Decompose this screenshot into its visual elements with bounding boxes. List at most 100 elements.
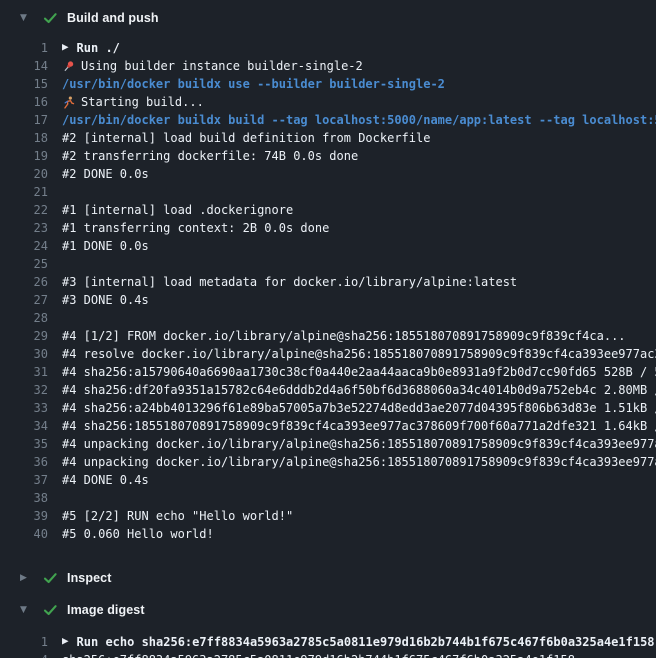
line-content: #2 [internal] load build definition from… [48, 129, 656, 147]
log-line: 17/usr/bin/docker buildx build --tag loc… [0, 111, 656, 129]
line-content: #4 unpacking docker.io/library/alpine@sh… [48, 435, 656, 453]
line-number[interactable]: 33 [0, 399, 48, 417]
line-content: #2 transferring dockerfile: 74B 0.0s don… [48, 147, 656, 165]
log-text: #5 0.060 Hello world! [62, 525, 214, 543]
log-line: 16 Starting build... [0, 93, 656, 111]
line-number[interactable]: 14 [0, 57, 48, 75]
log-text: #4 sha256:a24bb4013296f61e89ba57005a7b3e… [62, 399, 656, 417]
log-text: #1 DONE 0.0s [62, 237, 149, 255]
line-content: #4 sha256:a24bb4013296f61e89ba57005a7b3e… [48, 399, 656, 417]
line-content: #4 sha256:a15790640a6690aa1730c38cf0a440… [48, 363, 656, 381]
line-number[interactable]: 36 [0, 453, 48, 471]
log-text: Using builder instance builder-single-2 [81, 57, 363, 75]
line-number[interactable]: 16 [0, 93, 48, 111]
line-number[interactable]: 24 [0, 237, 48, 255]
log-line: 22#1 [internal] load .dockerignore [0, 201, 656, 219]
line-number[interactable]: 21 [0, 183, 48, 201]
line-content: #5 0.060 Hello world! [48, 525, 656, 543]
log-section-build-and-push: ▼ Build and push 1 ▶ Run ./ 14 Using builder i… [0, 4, 656, 543]
log-line: 19#2 transferring dockerfile: 74B 0.0s d… [0, 147, 656, 165]
log-line: 34 #4 sha256:185518070891758909c9f839cf4c… [0, 417, 656, 435]
log-text: #4 unpacking docker.io/library/alpine@sh… [62, 453, 656, 471]
log-text: #2 [internal] load build definition from… [62, 129, 430, 147]
log-text: sha256:e7ff8834a5963a2785c5a0811e979d16b… [62, 651, 575, 658]
line-number[interactable]: 39 [0, 507, 48, 525]
line-number[interactable]: 4 [0, 651, 48, 658]
line-content: /usr/bin/docker buildx build --tag local… [48, 111, 656, 129]
check-icon [43, 603, 58, 617]
line-content: Using builder instance builder-single-2 [48, 57, 656, 75]
log-text: #4 sha256:185518070891758909c9f839cf4ca3… [62, 417, 656, 435]
log-line: 31#4 sha256:a15790640a6690aa1730c38cf0a4… [0, 363, 656, 381]
line-number[interactable]: 28 [0, 309, 48, 327]
line-content: #4 resolve docker.io/library/alpine@sha2… [48, 345, 656, 363]
line-content [48, 255, 656, 273]
line-number[interactable]: 31 [0, 363, 48, 381]
log-lines-image-digest: 1 ▶ Run echo sha256:e7ff8834a5963a2785c5a0… [0, 624, 656, 658]
log-line: 32 #4 sha256:df20fa9351a15782c64e6dddb2d4… [0, 381, 656, 399]
log-line: 35#4 unpacking docker.io/library/alpine@… [0, 435, 656, 453]
run-command-text: Run ./ [77, 39, 120, 57]
line-content [48, 309, 656, 327]
line-content [48, 183, 656, 201]
line-content: Starting build... [48, 93, 656, 111]
line-number[interactable]: 35 [0, 435, 48, 453]
line-number[interactable]: 37 [0, 471, 48, 489]
line-number[interactable]: 32 [0, 381, 48, 399]
log-text: #4 sha256:df20fa9351a15782c64e6dddb2d4a6… [62, 381, 656, 399]
expand-run-icon[interactable]: ▶ [62, 633, 69, 651]
line-number[interactable]: 1 [0, 39, 48, 57]
log-line: 36 #4 unpacking docker.io/library/alpine@… [0, 453, 656, 471]
line-number[interactable]: 40 [0, 525, 48, 543]
section-title: Inspect [67, 571, 111, 585]
line-number[interactable]: 18 [0, 129, 48, 147]
line-number[interactable]: 38 [0, 489, 48, 507]
section-header-image-digest[interactable]: ▼ Image digest [0, 596, 656, 624]
line-content: #3 DONE 0.4s [48, 291, 656, 309]
chevron-down-icon[interactable]: ▼ [20, 606, 43, 615]
line-number[interactable]: 20 [0, 165, 48, 183]
log-line: 1 ▶ Run echo sha256:e7ff8834a5963a2785c5a0… [0, 633, 656, 651]
line-number[interactable]: 17 [0, 111, 48, 129]
command-text: /usr/bin/docker buildx build --tag local… [62, 111, 656, 129]
workflow-log-viewer: ▼Build and push1▶Run ./14Using builder i… [0, 0, 656, 658]
line-content: #4 unpacking docker.io/library/alpine@sh… [48, 453, 656, 471]
line-number[interactable]: 34 [0, 417, 48, 435]
log-line: 37 #4 DONE 0.4s [0, 471, 656, 489]
check-icon [43, 571, 58, 585]
line-number[interactable]: 29 [0, 327, 48, 345]
line-content: ▶ Run echo sha256:e7ff8834a5963a2785c5a08… [48, 633, 656, 651]
log-text: #3 [internal] load metadata for docker.i… [62, 273, 517, 291]
chevron-right-icon[interactable]: ▶ [20, 574, 43, 583]
section-header-inspect[interactable]: ▶ Inspect [0, 564, 656, 592]
expand-run-icon[interactable]: ▶ [62, 39, 69, 57]
line-number[interactable]: 26 [0, 273, 48, 291]
command-text: /usr/bin/docker buildx use --builder bui… [62, 75, 445, 93]
section-title: Image digest [67, 603, 145, 617]
log-line: 14 Using builder instance builder-single-… [0, 57, 656, 75]
line-number[interactable]: 30 [0, 345, 48, 363]
line-number[interactable]: 19 [0, 147, 48, 165]
line-number[interactable]: 25 [0, 255, 48, 273]
pushpin-icon [62, 60, 75, 73]
line-number[interactable]: 27 [0, 291, 48, 309]
section-header-build-and-push[interactable]: ▼ Build and push [0, 4, 656, 32]
log-line: 24 #1 DONE 0.0s [0, 237, 656, 255]
line-number[interactable]: 22 [0, 201, 48, 219]
log-line: 40 #5 0.060 Hello world! [0, 525, 656, 543]
line-number[interactable]: 1 [0, 633, 48, 651]
log-line: 15/usr/bin/docker buildx use --builder b… [0, 75, 656, 93]
section-title: Build and push [67, 11, 159, 25]
line-content: #1 [internal] load .dockerignore [48, 201, 656, 219]
log-text: #4 DONE 0.4s [62, 471, 149, 489]
line-content: #3 [internal] load metadata for docker.i… [48, 273, 656, 291]
log-lines-build-and-push: 1 ▶ Run ./ 14 Using builder instance builder… [0, 32, 656, 543]
line-number[interactable]: 15 [0, 75, 48, 93]
log-text: #4 resolve docker.io/library/alpine@sha2… [62, 345, 656, 363]
line-number[interactable]: 23 [0, 219, 48, 237]
log-text: #4 [1/2] FROM docker.io/library/alpine@s… [62, 327, 626, 345]
run-command-text: Run echo sha256:e7ff8834a5963a2785c5a081… [77, 633, 655, 651]
log-line: 39#5 [2/2] RUN echo "Hello world!" [0, 507, 656, 525]
log-text: Starting build... [81, 93, 204, 111]
chevron-down-icon[interactable]: ▼ [20, 14, 43, 23]
